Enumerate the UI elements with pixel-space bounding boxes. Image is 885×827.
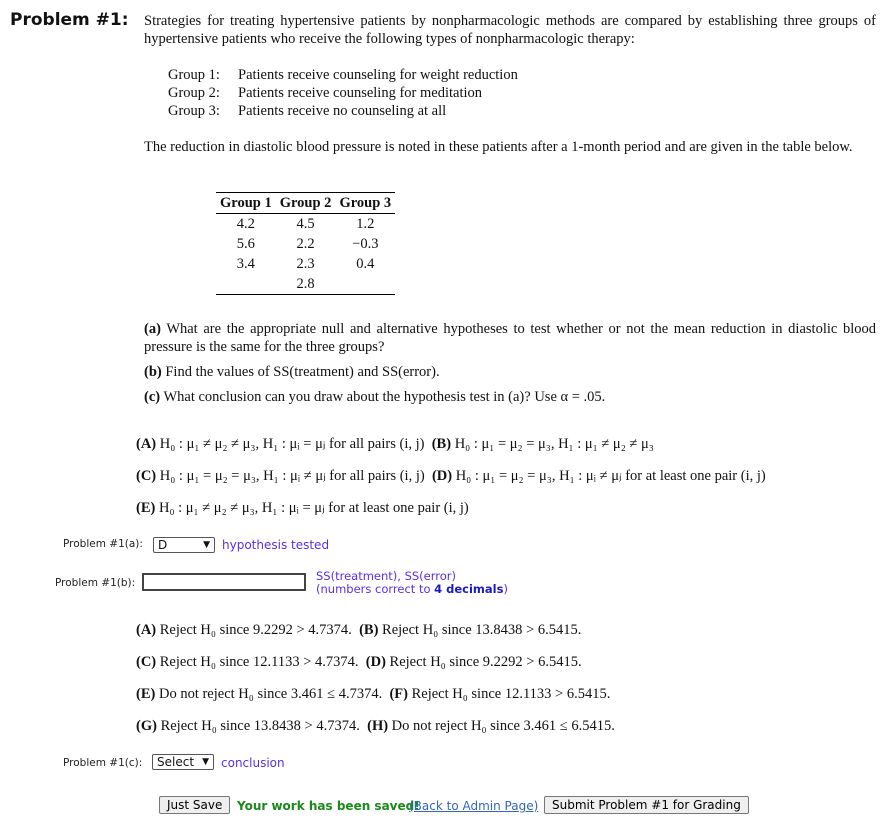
option-text: Reject H₀ since 12.1133 > 4.7374. [159, 654, 359, 670]
option-tag: (B) [431, 436, 452, 452]
option-text: Reject H₀ since 9.2292 > 6.5415. [389, 654, 582, 670]
part-a-label: Problem #1(a): [63, 538, 143, 550]
col-header: Group 3 [335, 192, 396, 214]
cell: 1.2 [356, 215, 375, 232]
part-b-input[interactable] [142, 573, 306, 591]
cell: 4.2 [236, 215, 255, 232]
cell: 2.3 [296, 255, 315, 272]
group-item: Group 2: Patients receive counseling for … [168, 84, 518, 102]
hint-bold: 4 decimals [434, 582, 504, 596]
group-label: Group 1: [168, 67, 220, 83]
option-tag: (B) [359, 622, 379, 638]
group-text: Patients receive counseling for meditati… [238, 85, 483, 101]
option-tag: (E) [136, 686, 156, 702]
table-row: 4.2 4.5 1.2 [216, 214, 395, 235]
conclusion-options: (A) Reject H₀ since 9.2292 > 4.7374. (B)… [136, 614, 615, 742]
q-text: What conclusion can you draw about the h… [163, 389, 606, 405]
selected-value: Select [157, 755, 195, 769]
group-list: Group 1: Patients receive counseling for … [168, 66, 518, 120]
submit-button[interactable]: Submit Problem #1 for Grading [544, 796, 749, 814]
group-label: Group 2: [168, 85, 220, 101]
back-to-admin-link[interactable]: (Back to Admin Page) [409, 799, 538, 813]
option-tag: (C) [136, 654, 157, 670]
cell: 4.5 [296, 215, 315, 232]
option-text: H₀ : μ₁ = μ₂ = μ₃, H₁ : μᵢ ≠ μⱼ for all … [159, 468, 425, 484]
option-tag: (D) [365, 654, 386, 670]
q-text: Find the values of SS(treatment) and SS(… [165, 364, 440, 380]
part-c-hint: conclusion [221, 756, 285, 770]
part-c-select[interactable]: Select ▼ [152, 754, 214, 770]
hint-text: (numbers correct to [316, 582, 435, 596]
option-text: Reject H₀ since 13.8438 > 6.5415. [382, 622, 582, 638]
option-tag: (A) [136, 622, 157, 638]
option-text: Do not reject H₀ since 3.461 ≤ 4.7374. [158, 686, 383, 702]
option-tag: (F) [389, 686, 408, 702]
hint-text: ) [503, 582, 508, 596]
table-row: 3.4 2.3 0.4 [216, 254, 395, 274]
saved-message: Your work has been saved! [237, 799, 420, 813]
q-tag: (c) [144, 389, 161, 405]
problem-intro: Strategies for treating hypertensive pat… [144, 13, 876, 47]
group-item: Group 3: Patients receive no counseling a… [168, 102, 518, 120]
part-a-select[interactable]: D ▼ [153, 537, 215, 553]
option-row: (E) Do not reject H₀ since 3.461 ≤ 4.737… [136, 678, 615, 710]
cell: −0.3 [352, 235, 379, 252]
option-tag: (E) [136, 500, 156, 516]
group-item: Group 1: Patients receive counseling for … [168, 66, 518, 84]
option-row: (E) H₀ : μ₁ ≠ μ₂ ≠ μ₃, H₁ : μᵢ = μⱼ for … [136, 492, 766, 524]
problem-title: Problem #1: [10, 10, 129, 30]
option-tag: (G) [136, 718, 157, 734]
cell: 3.4 [236, 255, 255, 272]
q-tag: (a) [144, 321, 161, 337]
option-row: (A) Reject H₀ since 9.2292 > 4.7374. (B)… [136, 614, 615, 646]
question-b: (b) Find the values of SS(treatment) and… [144, 363, 876, 381]
option-text: Do not reject H₀ since 3.461 ≤ 6.5415. [391, 718, 615, 734]
part-b-hint: SS(treatment), SS(error) (numbers correct… [316, 570, 508, 596]
option-tag: (D) [431, 468, 453, 484]
chevron-down-icon: ▼ [203, 540, 210, 550]
part-b-label: Problem #1(b): [55, 577, 136, 589]
option-text: H₀ : μ₁ = μ₂ = μ₃, H₁ : μᵢ ≠ μⱼ for at l… [455, 468, 766, 484]
table-row: 2.8 [216, 274, 396, 295]
just-save-button[interactable]: Just Save [159, 796, 231, 814]
col-header: Group 2 [275, 192, 336, 214]
q-text: What are the appropriate null and altern… [144, 321, 876, 355]
cell [216, 274, 276, 295]
table-intro: The reduction in diastolic blood pressur… [144, 139, 853, 155]
col-header: Group 1 [216, 192, 276, 214]
selected-value: D [158, 538, 168, 552]
q-tag: (b) [144, 364, 162, 380]
option-row: (C) H₀ : μ₁ = μ₂ = μ₃, H₁ : μᵢ ≠ μⱼ for … [136, 460, 766, 492]
data-table: Group 1 Group 2 Group 3 4.2 4.5 1.2 5.6 2.2 −0… [216, 192, 396, 295]
option-tag: (A) [136, 436, 157, 452]
chevron-down-icon: ▼ [202, 757, 209, 767]
group-label: Group 3: [168, 103, 220, 119]
option-text: H₀ : μ₁ ≠ μ₂ ≠ μ₃, H₁ : μᵢ = μⱼ for all … [159, 436, 425, 452]
hypothesis-options: (A) H₀ : μ₁ ≠ μ₂ ≠ μ₃, H₁ : μᵢ = μⱼ for … [136, 428, 766, 524]
option-text: H₀ : μ₁ = μ₂ = μ₃, H₁ : μ₁ ≠ μ₂ ≠ μ₃ [454, 436, 654, 452]
question-a: (a) What are the appropriate null and al… [144, 320, 876, 356]
question-c: (c) What conclusion can you draw about t… [144, 388, 876, 406]
group-text: Patients receive counseling for weight r… [238, 67, 518, 83]
part-c-label: Problem #1(c): [63, 757, 143, 769]
option-text: Reject H₀ since 9.2292 > 4.7374. [159, 622, 352, 638]
cell [335, 274, 396, 295]
option-tag: (H) [367, 718, 389, 734]
option-text: Reject H₀ since 12.1133 > 6.5415. [411, 686, 611, 702]
option-row: (G) Reject H₀ since 13.8438 > 4.7374. (H… [136, 710, 615, 742]
option-text: H₀ : μ₁ ≠ μ₂ ≠ μ₃, H₁ : μᵢ = μⱼ for at l… [158, 500, 469, 516]
option-row: (A) H₀ : μ₁ ≠ μ₂ ≠ μ₃, H₁ : μᵢ = μⱼ for … [136, 428, 766, 460]
option-text: Reject H₀ since 13.8438 > 4.7374. [160, 718, 360, 734]
questions: (a) What are the appropriate null and al… [144, 320, 876, 413]
cell: 0.4 [356, 255, 375, 272]
group-text: Patients receive no counseling at all [238, 103, 447, 119]
part-a-hint: hypothesis tested [222, 538, 330, 552]
cell: 2.2 [296, 235, 315, 252]
cell: 5.6 [236, 235, 255, 252]
option-tag: (C) [136, 468, 157, 484]
table-row: 5.6 2.2 −0.3 [216, 234, 395, 254]
hint-line: (numbers correct to 4 decimals) [316, 583, 508, 596]
cell: 2.8 [275, 274, 336, 295]
option-row: (C) Reject H₀ since 12.1133 > 4.7374. (D… [136, 646, 615, 678]
